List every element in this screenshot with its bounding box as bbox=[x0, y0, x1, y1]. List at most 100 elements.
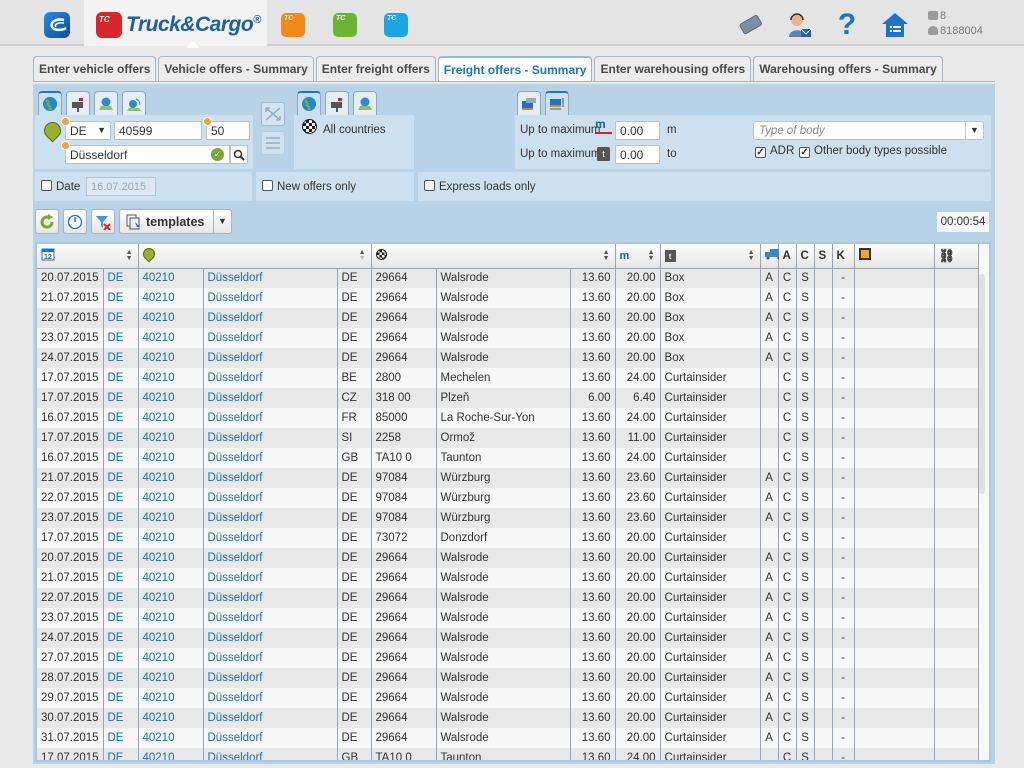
origin-tab-radar[interactable] bbox=[122, 91, 146, 115]
col-link-header[interactable]: ⛓ bbox=[934, 244, 979, 269]
origin-country-select[interactable]: DE ▼ bbox=[65, 121, 111, 140]
cell-origin-city[interactable]: Düsseldorf bbox=[203, 528, 338, 548]
cell-origin-city[interactable]: Düsseldorf bbox=[203, 588, 338, 608]
table-row[interactable]: 29.07.2015 DE 40210 Düsseldorf DE 29664 Walsro… bbox=[37, 688, 979, 708]
cell-origin-country[interactable]: DE bbox=[103, 288, 139, 308]
cell-origin-zip[interactable]: 40210 bbox=[138, 588, 204, 608]
cell-origin-country[interactable]: DE bbox=[103, 268, 139, 288]
cell-origin-zip[interactable]: 40210 bbox=[138, 388, 204, 408]
table-row[interactable]: 21.07.2015 DE 40210 Düsseldorf DE 29664 Walsro… bbox=[37, 568, 979, 588]
other-body-types-checkbox[interactable]: Other body types possible bbox=[799, 145, 947, 158]
col-k-header[interactable]: K bbox=[832, 244, 855, 269]
sort-icon[interactable]: ▲ ▼ bbox=[126, 249, 133, 262]
table-row[interactable]: 21.07.2015 DE 40210 Düsseldorf DE 29664 Walsro… bbox=[37, 288, 979, 308]
date-input[interactable] bbox=[86, 177, 156, 196]
tab-vehicle-size[interactable] bbox=[517, 91, 541, 115]
cell-origin-zip[interactable]: 40210 bbox=[138, 448, 204, 468]
table-row[interactable]: 24.07.2015 DE 40210 Düsseldorf DE 29664 Walsro… bbox=[37, 348, 979, 368]
tab-freight-offers-summary[interactable]: Freight offers - Summary bbox=[437, 56, 593, 82]
templates-button[interactable]: templates ▼ bbox=[119, 209, 232, 234]
origin-tab-mailbox[interactable] bbox=[66, 91, 90, 115]
origin-tab-map-pin[interactable] bbox=[94, 91, 118, 115]
table-row[interactable]: 20.07.2015 DE 40210 Düsseldorf DE 29664 Walsro… bbox=[37, 548, 979, 568]
new-offers-only-checkbox[interactable]: New offers only bbox=[262, 180, 356, 193]
col-s-header[interactable]: S bbox=[814, 244, 833, 269]
cell-origin-country[interactable]: DE bbox=[103, 308, 139, 328]
tc-home-logo-icon[interactable] bbox=[44, 12, 70, 38]
cell-origin-city[interactable]: Düsseldorf bbox=[203, 488, 338, 508]
table-row[interactable]: 17.07.2015 DE 40210 Düsseldorf DE 73072 Donzdo… bbox=[37, 528, 979, 548]
table-row[interactable]: 23.07.2015 DE 40210 Düsseldorf DE 29664 Walsro… bbox=[37, 328, 979, 348]
cell-origin-zip[interactable]: 40210 bbox=[138, 268, 204, 288]
cell-origin-zip[interactable]: 40210 bbox=[138, 368, 204, 388]
tc-blue-app-icon[interactable]: TC bbox=[384, 13, 408, 37]
cell-origin-city[interactable]: Düsseldorf bbox=[203, 368, 338, 388]
tab-warehousing-offers-summary[interactable]: Warehousing offers - Summary bbox=[753, 56, 943, 82]
cell-origin-city[interactable]: Düsseldorf bbox=[203, 268, 338, 288]
templates-dropdown-icon[interactable]: ▼ bbox=[213, 210, 231, 233]
table-row[interactable]: 24.07.2015 DE 40210 Düsseldorf DE 29664 Walsro… bbox=[37, 628, 979, 648]
table-row[interactable]: 27.07.2015 DE 40210 Düsseldorf DE 29664 Walsro… bbox=[37, 648, 979, 668]
table-row[interactable]: 17.07.2015 DE 40210 Düsseldorf SI 2258 Ormož 13… bbox=[37, 428, 979, 448]
table-row[interactable]: 17.07.2015 DE 40210 Düsseldorf BE 2800 Mechele… bbox=[37, 368, 979, 388]
cell-origin-country[interactable]: DE bbox=[103, 568, 139, 588]
tc-green-app-icon[interactable]: TC bbox=[333, 13, 357, 37]
max-length-input[interactable] bbox=[615, 121, 660, 140]
cell-origin-zip[interactable]: 40210 bbox=[138, 568, 204, 588]
clear-filter-button[interactable] bbox=[91, 209, 115, 234]
cell-origin-city[interactable]: Düsseldorf bbox=[203, 708, 338, 728]
tab-enter-vehicle-offers[interactable]: Enter vehicle offers bbox=[33, 56, 157, 82]
cell-origin-country[interactable]: DE bbox=[103, 728, 139, 748]
cell-origin-zip[interactable]: 40210 bbox=[138, 288, 204, 308]
table-row[interactable]: 17.07.2015 DE 40210 Düsseldorf CZ 318 00 Plzeň… bbox=[37, 388, 979, 408]
table-row[interactable]: 21.07.2015 DE 40210 Düsseldorf DE 97084 Würzbu… bbox=[37, 468, 979, 488]
cell-origin-zip[interactable]: 40210 bbox=[138, 648, 204, 668]
table-row[interactable]: 17.07.2015 DE 40210 Düsseldorf GB TA10 0 Taunt… bbox=[37, 748, 979, 760]
cell-origin-city[interactable]: Düsseldorf bbox=[203, 688, 338, 708]
support-mail-icon[interactable] bbox=[784, 10, 814, 40]
refresh-button[interactable] bbox=[35, 209, 59, 234]
cell-origin-zip[interactable]: 40210 bbox=[138, 748, 204, 760]
col-body-header[interactable] bbox=[760, 244, 783, 269]
cell-origin-zip[interactable]: 40210 bbox=[138, 688, 204, 708]
destination-tab-country[interactable] bbox=[297, 91, 321, 115]
destination-tab-mailbox[interactable] bbox=[325, 91, 349, 115]
cell-origin-city[interactable]: Düsseldorf bbox=[203, 448, 338, 468]
cell-origin-zip[interactable]: 40210 bbox=[138, 428, 204, 448]
cell-origin-country[interactable]: DE bbox=[103, 588, 139, 608]
sort-icon[interactable]: ▲ ▼ bbox=[359, 249, 366, 262]
tab-enter-warehousing-offers[interactable]: Enter warehousing offers bbox=[594, 56, 752, 82]
cell-origin-country[interactable]: DE bbox=[103, 548, 139, 568]
origin-city-input[interactable] bbox=[65, 145, 230, 164]
cell-origin-country[interactable]: DE bbox=[103, 668, 139, 688]
cell-origin-zip[interactable]: 40210 bbox=[138, 708, 204, 728]
cell-origin-country[interactable]: DE bbox=[103, 608, 139, 628]
cell-origin-city[interactable]: Düsseldorf bbox=[203, 348, 338, 368]
cell-origin-zip[interactable]: 40210 bbox=[138, 528, 204, 548]
cell-origin-zip[interactable]: 40210 bbox=[138, 348, 204, 368]
help-icon[interactable]: ? bbox=[832, 8, 862, 41]
cell-origin-zip[interactable]: 40210 bbox=[138, 548, 204, 568]
col-exchange-header[interactable] bbox=[854, 244, 935, 269]
cell-origin-country[interactable]: DE bbox=[103, 708, 139, 728]
col-destination-header[interactable]: ▲ ▼ bbox=[371, 244, 616, 269]
cell-origin-country[interactable]: DE bbox=[103, 528, 139, 548]
cell-origin-zip[interactable]: 40210 bbox=[138, 508, 204, 528]
cell-origin-zip[interactable]: 40210 bbox=[138, 728, 204, 748]
cell-origin-country[interactable]: DE bbox=[103, 648, 139, 668]
body-type-select[interactable]: Type of body ▼ bbox=[753, 121, 984, 140]
col-c-header[interactable]: C bbox=[796, 244, 815, 269]
cell-origin-country[interactable]: DE bbox=[103, 368, 139, 388]
destination-tab-map-pin[interactable] bbox=[353, 91, 377, 115]
date-checkbox[interactable]: Date bbox=[41, 180, 80, 193]
sort-icon[interactable]: ▲ ▼ bbox=[603, 249, 610, 262]
grid-scrollbar[interactable] bbox=[979, 274, 985, 494]
table-row[interactable]: 20.07.2015 DE 40210 Düsseldorf DE 29664 Walsro… bbox=[37, 268, 979, 288]
tc-orange-app-icon[interactable]: TC bbox=[281, 13, 305, 37]
table-row[interactable]: 23.07.2015 DE 40210 Düsseldorf DE 97084 Würzbu… bbox=[37, 508, 979, 528]
cell-origin-city[interactable]: Düsseldorf bbox=[203, 508, 338, 528]
cell-origin-zip[interactable]: 40210 bbox=[138, 628, 204, 648]
cell-origin-country[interactable]: DE bbox=[103, 388, 139, 408]
cell-origin-zip[interactable]: 40210 bbox=[138, 668, 204, 688]
cell-origin-city[interactable]: Düsseldorf bbox=[203, 728, 338, 748]
